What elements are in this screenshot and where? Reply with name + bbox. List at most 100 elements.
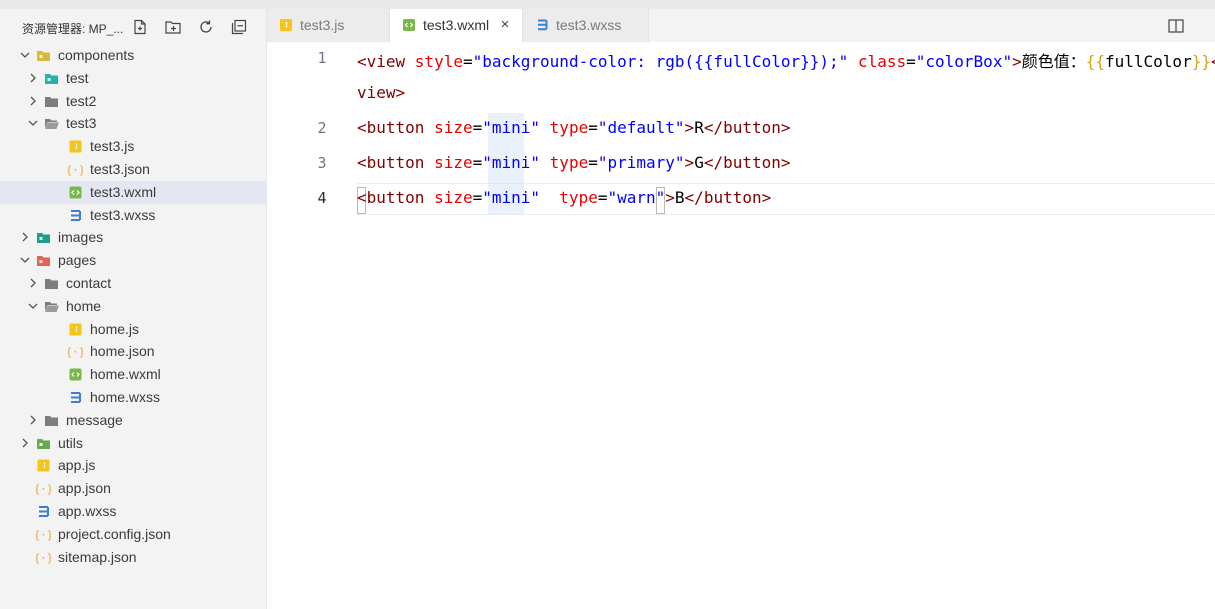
- tree-item-label: utils: [58, 434, 83, 451]
- folder-icon: [44, 413, 59, 428]
- code-token: <button: [357, 153, 435, 172]
- chevron-down-icon[interactable]: [18, 48, 32, 62]
- close-tab-icon[interactable]: ×: [497, 17, 513, 33]
- tree-item-label: home.json: [90, 343, 155, 360]
- code-token: </button>: [703, 153, 791, 172]
- tab-test3-wxss[interactable]: test3.wxss: [523, 9, 649, 42]
- wxml-file-icon: [402, 18, 416, 32]
- tree-item-label: test3.wxss: [90, 206, 156, 223]
- tree-file-home-json[interactable]: {·} home.json: [0, 340, 267, 363]
- tree-folder-components[interactable]: components: [0, 44, 267, 67]
- new-file-icon[interactable]: [131, 18, 149, 36]
- tree-file-app-wxss[interactable]: app.wxss: [0, 500, 267, 523]
- svg-text:{·}: {·}: [68, 346, 83, 359]
- code-token: =: [588, 118, 598, 137]
- tree-file-project-config-json[interactable]: {·} project.config.json: [0, 523, 267, 546]
- tree-file-test3-json[interactable]: {·} test3.json: [0, 158, 267, 181]
- tree-item-label: test: [66, 69, 89, 86]
- tab-test3-js[interactable]: test3.js: [267, 9, 390, 42]
- line-number: 2: [317, 119, 327, 137]
- code-line-2: <button size="mini" type="default">R</bu…: [357, 118, 791, 137]
- chevron-down-icon[interactable]: [26, 299, 40, 313]
- chevron-right-icon[interactable]: [18, 436, 32, 450]
- wxss-file-icon: [68, 208, 83, 223]
- tab-label: test3.wxss: [556, 17, 622, 33]
- tree-folder-test[interactable]: test: [0, 67, 267, 90]
- svg-text:{·}: {·}: [36, 483, 51, 496]
- tree-item-label: home.wxss: [90, 389, 161, 405]
- folder-icon: [36, 230, 51, 245]
- folder-icon: [44, 94, 59, 109]
- folder-icon: [44, 299, 59, 314]
- code-token: type: [549, 153, 589, 172]
- tree-folder-utils[interactable]: utils: [0, 432, 267, 455]
- tree-file-app-js[interactable]: app.js: [0, 454, 267, 477]
- chevron-right-icon[interactable]: [26, 276, 40, 290]
- tree-file-sitemap-json[interactable]: {·} sitemap.json: [0, 546, 267, 569]
- chevron-right-icon[interactable]: [26, 413, 40, 427]
- tree-item-label: components: [58, 47, 135, 63]
- tree-item-label: test3.js: [90, 138, 135, 155]
- tree-item-label: app.json: [58, 480, 111, 497]
- wxml-file-icon: [68, 367, 83, 382]
- tree-file-test3-wxml[interactable]: test3.wxml: [0, 180, 267, 204]
- line-number: 4: [317, 189, 327, 207]
- code-line-3: <button size="mini" type="primary">G</bu…: [357, 153, 791, 172]
- code-editor[interactable]: 1 2 3 4 <view style="background-color: r…: [267, 42, 1215, 609]
- tree-folder-images[interactable]: images: [0, 226, 267, 249]
- code-line-4: <button size="mini" type="warn">B</butto…: [357, 188, 771, 207]
- code-token: "mini": [482, 188, 541, 207]
- tree-folder-test2[interactable]: test2: [0, 90, 267, 113]
- tree-file-home-wxss[interactable]: home.wxss: [0, 386, 267, 409]
- tree-file-home-js[interactable]: home.js: [0, 318, 267, 341]
- tree-folder-test3[interactable]: test3: [0, 112, 267, 135]
- tree-file-home-wxml[interactable]: home.wxml: [0, 363, 267, 386]
- split-editor-icon[interactable]: [1167, 17, 1185, 35]
- chevron-down-icon[interactable]: [26, 116, 40, 130]
- explorer-title: 资源管理器: MP_...: [22, 22, 124, 36]
- wxss-file-icon: [36, 504, 51, 519]
- code-line-1-wrap: view>: [357, 83, 406, 102]
- js-file-icon: [68, 322, 83, 337]
- tree-file-test3-js[interactable]: test3.js: [0, 135, 267, 158]
- folder-icon: [36, 48, 51, 63]
- code-token: >: [1012, 52, 1022, 71]
- tree-folder-contact[interactable]: contact: [0, 272, 267, 295]
- chevron-right-icon[interactable]: [18, 230, 32, 244]
- tree-folder-message[interactable]: message: [0, 409, 267, 432]
- folder-icon: [36, 436, 51, 451]
- code-token: G: [694, 153, 704, 172]
- tree-item-label: test2: [66, 92, 97, 109]
- tree-folder-home[interactable]: home: [0, 295, 267, 318]
- explorer-header: 资源管理器: MP_...: [0, 9, 267, 45]
- tree-item-label: message: [66, 411, 123, 428]
- folder-icon: [44, 276, 59, 291]
- code-token: "mini": [482, 118, 541, 137]
- tab-test3-wxml[interactable]: test3.wxml ×: [390, 9, 523, 42]
- chevron-right-icon[interactable]: [26, 71, 40, 85]
- tab-label: test3.wxml: [423, 17, 490, 33]
- new-folder-icon[interactable]: [164, 18, 182, 36]
- tree-folder-pages[interactable]: pages: [0, 249, 267, 272]
- chevron-down-icon[interactable]: [18, 253, 32, 267]
- wxml-file-icon: [68, 185, 83, 200]
- collapse-all-icon[interactable]: [230, 18, 248, 36]
- tree-item-label: home.js: [90, 320, 140, 337]
- refresh-icon[interactable]: [197, 18, 215, 36]
- code-token: "background-color: rgb({{fullColor}});": [472, 52, 849, 71]
- tree-file-app-json[interactable]: {·} app.json: [0, 477, 267, 500]
- tree-item-label: sitemap.json: [58, 548, 137, 565]
- tree-item-label: test3.wxml: [90, 183, 157, 200]
- js-file-icon: [36, 458, 51, 473]
- code-token: </button>: [684, 188, 772, 207]
- chevron-right-icon[interactable]: [26, 94, 40, 108]
- code-token: "colorBox": [915, 52, 1013, 71]
- code-token: >: [684, 118, 695, 137]
- svg-text:{·}: {·}: [36, 551, 51, 564]
- code-token: R: [694, 118, 704, 137]
- code-token: =: [588, 153, 598, 172]
- tree-file-test3-wxss[interactable]: test3.wxss: [0, 204, 267, 227]
- code-token: size: [434, 153, 473, 172]
